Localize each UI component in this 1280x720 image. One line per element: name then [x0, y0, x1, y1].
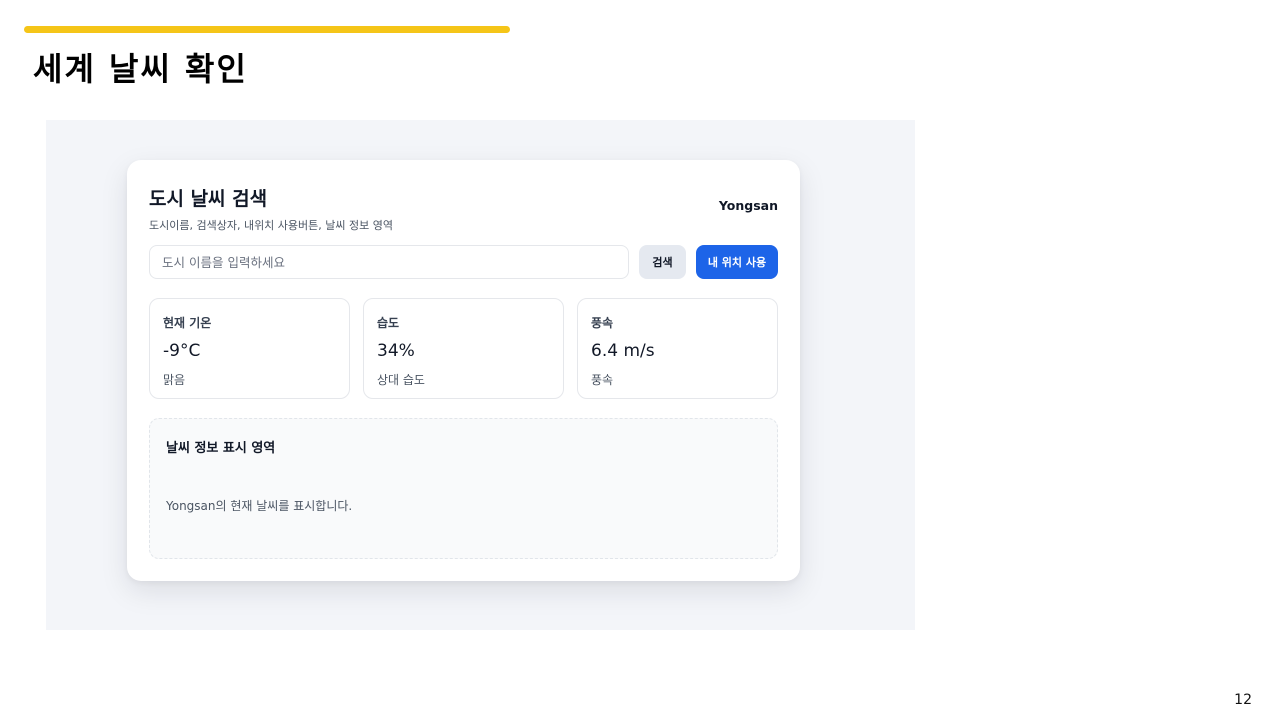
page-number: 12 — [1234, 692, 1252, 708]
use-my-location-button[interactable]: 내 위치 사용 — [696, 245, 778, 279]
city-search-input[interactable] — [149, 245, 629, 279]
stat-value: 34% — [377, 341, 415, 361]
app-screenshot: 도시 날씨 검색 도시이름, 검색상자, 내위치 사용버튼, 날씨 정보 영역 … — [46, 120, 915, 630]
slide: 세계 날씨 확인 도시 날씨 검색 도시이름, 검색상자, 내위치 사용버튼, … — [0, 0, 1280, 720]
stat-desc: 맑음 — [163, 373, 186, 387]
stat-value: 6.4 m/s — [591, 341, 655, 361]
accent-bar — [24, 26, 510, 33]
search-button[interactable]: 검색 — [639, 245, 686, 279]
stat-label: 습도 — [377, 316, 400, 330]
stat-value: -9°C — [163, 341, 201, 361]
search-row: 검색 내 위치 사용 — [149, 245, 778, 279]
stat-desc: 풍속 — [591, 373, 614, 387]
info-text: Yongsan의 현재 날씨를 표시합니다. — [166, 499, 353, 513]
weather-info-area: 날씨 정보 표시 영역 Yongsan의 현재 날씨를 표시합니다. — [149, 418, 778, 559]
stat-desc: 상대 습도 — [377, 373, 425, 387]
card-title: 도시 날씨 검색 — [149, 188, 268, 210]
current-city: Yongsan — [718, 198, 778, 213]
card-header: 도시 날씨 검색 도시이름, 검색상자, 내위치 사용버튼, 날씨 정보 영역 … — [149, 184, 778, 232]
stats-row: 현재 기온 -9°C 맑음 습도 34% 상대 습도 풍속 6.4 m/s 풍속 — [149, 298, 778, 399]
slide-title: 세계 날씨 확인 — [33, 50, 248, 88]
stat-card-humidity: 습도 34% 상대 습도 — [363, 298, 564, 399]
stat-card-temperature: 현재 기온 -9°C 맑음 — [149, 298, 350, 399]
stat-label: 현재 기온 — [163, 316, 212, 330]
weather-card: 도시 날씨 검색 도시이름, 검색상자, 내위치 사용버튼, 날씨 정보 영역 … — [127, 160, 800, 581]
stat-card-wind: 풍속 6.4 m/s 풍속 — [577, 298, 778, 399]
card-subtitle: 도시이름, 검색상자, 내위치 사용버튼, 날씨 정보 영역 — [149, 219, 393, 232]
stat-label: 풍속 — [591, 316, 614, 330]
info-title: 날씨 정보 표시 영역 — [166, 441, 276, 456]
